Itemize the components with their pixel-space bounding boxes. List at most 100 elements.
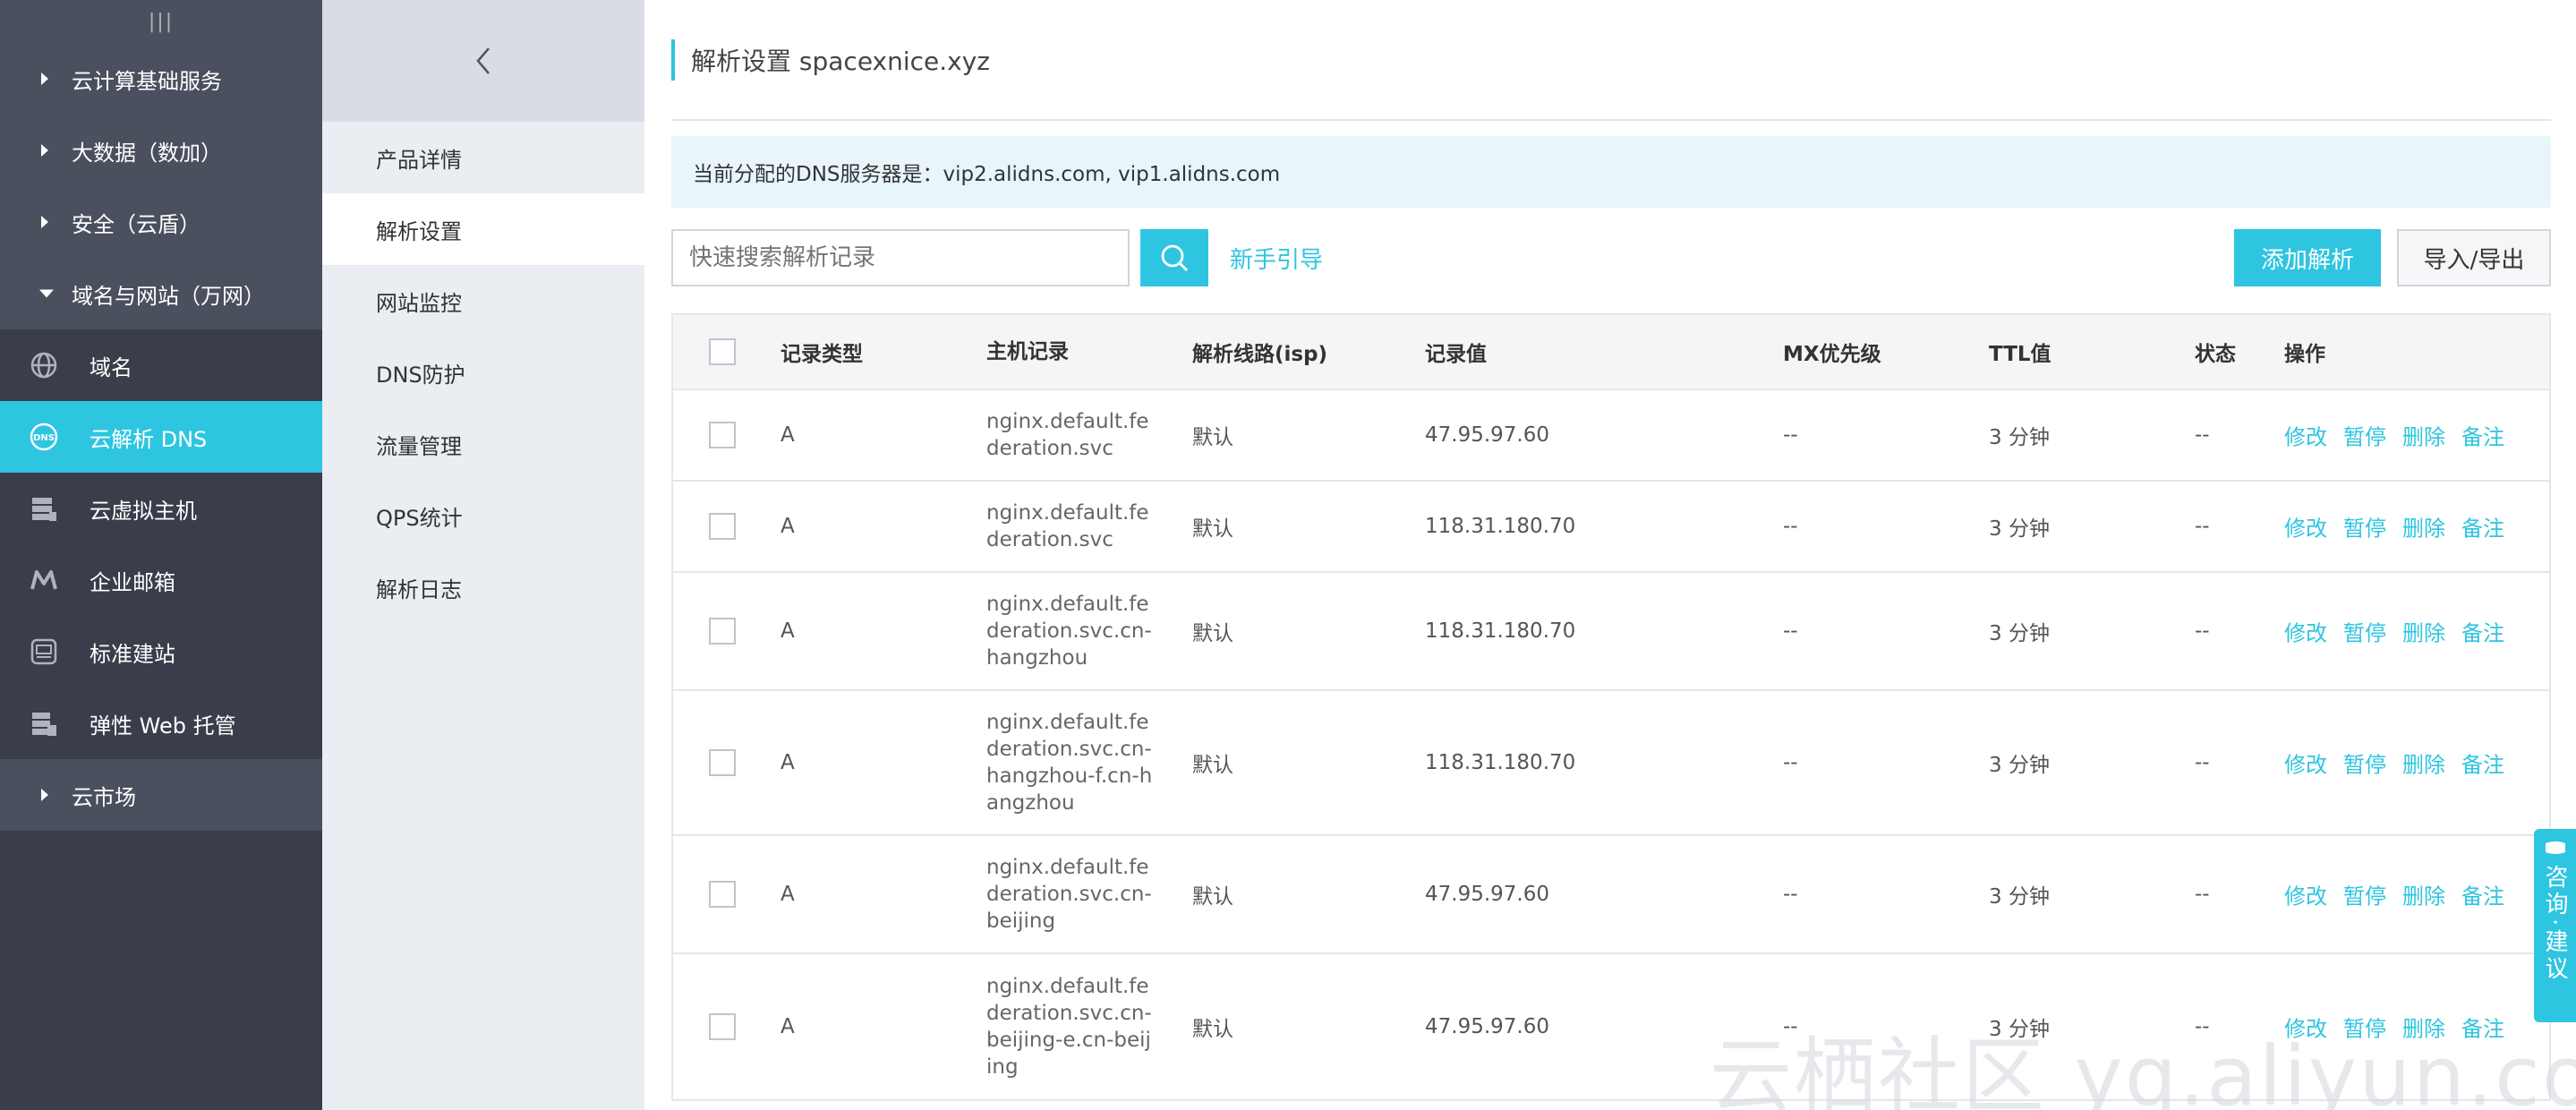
cell-line: 默认 (1192, 622, 1233, 645)
cell-host: nginx.default.federation.svc.cn-hangzhou (986, 593, 1152, 670)
subnav-item-site-monitor[interactable]: 网站监控 (322, 265, 644, 337)
cell-ops: 修改 暂停 删除 备注 (2284, 747, 2504, 779)
cell-line: 默认 (1192, 1018, 1233, 1041)
sidebar-item-web-hosting[interactable]: 弹性 Web 托管 (0, 687, 322, 759)
edit-link[interactable]: 修改 (2284, 879, 2327, 910)
sidebar-group-label: 安全（云盾） (72, 211, 200, 237)
delete-link[interactable]: 删除 (2402, 616, 2445, 647)
cell-ttl: 3 分钟 (1989, 754, 2050, 777)
column-header-line: 解析线路(isp) (1192, 343, 1328, 366)
cell-ops: 修改 暂停 删除 备注 (2284, 616, 2504, 647)
delete-link[interactable]: 删除 (2402, 420, 2445, 451)
cell-mx: -- (1783, 619, 1798, 643)
subnav-item-dns-protection[interactable]: DNS防护 (322, 337, 644, 408)
cell-host: nginx.default.federation.svc.cn-beijing-… (986, 975, 1152, 1079)
cell-type: A (780, 619, 795, 643)
sidebar-group-cloud-basic[interactable]: 云计算基础服务 (0, 43, 322, 115)
search-button[interactable] (1140, 229, 1208, 286)
dns-server-notice: 当前分配的DNS服务器是：vip2.alidns.com, vip1.alidn… (671, 136, 2551, 208)
sidebar-group-label: 大数据（数加） (72, 140, 222, 166)
column-header-value: 记录值 (1425, 343, 1487, 366)
cell-mx: -- (1783, 751, 1798, 774)
sidebar-item-website[interactable]: 标准建站 (0, 616, 322, 687)
cell-value: 118.31.180.70 (1425, 751, 1576, 774)
caret-right-icon (41, 216, 48, 228)
remark-link[interactable]: 备注 (2461, 511, 2504, 542)
column-header-host: 主机记录 (986, 340, 1069, 363)
watermark: 云栖社区 yq.aliyun.com (1710, 1029, 2576, 1110)
sidebar-item-mail[interactable]: 企业邮箱 (0, 544, 322, 616)
subnav-collapse-button[interactable] (322, 0, 644, 122)
sidebar-item-label: 企业邮箱 (90, 569, 175, 595)
edit-link[interactable]: 修改 (2284, 511, 2327, 542)
dns-icon: DNS (29, 422, 59, 452)
column-header-ops: 操作 (2284, 343, 2325, 366)
import-export-button[interactable]: 导入/导出 (2397, 229, 2551, 286)
remark-link[interactable]: 备注 (2461, 747, 2504, 779)
pause-link[interactable]: 暂停 (2343, 879, 2386, 910)
column-header-mx: MX优先级 (1783, 343, 1881, 366)
cell-ttl: 3 分钟 (1989, 622, 2050, 645)
edit-link[interactable]: 修改 (2284, 616, 2327, 647)
table-row: A nginx.default.federation.svc.cn-beijin… (673, 836, 2549, 954)
caret-right-icon (41, 789, 48, 801)
sidebar-group-marketplace[interactable]: 云市场 (0, 759, 322, 831)
subnav-item-dns-settings[interactable]: 解析设置 (322, 193, 644, 265)
beginner-guide-link[interactable]: 新手引导 (1230, 229, 1323, 286)
row-checkbox[interactable] (709, 422, 736, 448)
delete-link[interactable]: 删除 (2402, 511, 2445, 542)
consult-feedback-tab[interactable]: 咨询·建议 (2534, 829, 2576, 1022)
sidebar-group-domain-website[interactable]: 域名与网站（万网） (0, 258, 322, 329)
cell-host: nginx.default.federation.svc.cn-beijing (986, 856, 1152, 933)
sidebar-group-bigdata[interactable]: 大数据（数加） (0, 115, 322, 186)
caret-right-icon (41, 144, 48, 157)
consult-label: 咨询·建议 (2541, 865, 2568, 984)
subnav-item-qps[interactable]: QPS统计 (322, 480, 644, 551)
subnav-item-traffic[interactable]: 流量管理 (322, 408, 644, 480)
remark-link[interactable]: 备注 (2461, 616, 2504, 647)
row-checkbox[interactable] (709, 749, 736, 776)
globe-icon (29, 350, 59, 380)
cell-ttl: 3 分钟 (1989, 885, 2050, 909)
select-all-checkbox[interactable] (709, 338, 736, 365)
sidebar-item-label: 域名 (90, 354, 132, 380)
sidebar-item-label: 弹性 Web 托管 (90, 713, 236, 739)
pause-link[interactable]: 暂停 (2343, 616, 2386, 647)
row-checkbox[interactable] (709, 513, 736, 540)
cell-type: A (780, 423, 795, 447)
sidebar-item-label: 云虚拟主机 (90, 498, 197, 524)
subnav-item-product-detail[interactable]: 产品详情 (322, 122, 644, 193)
menu-bars-icon: ||| (148, 10, 175, 33)
sidebar-item-domain[interactable]: 域名 (0, 329, 322, 401)
row-checkbox[interactable] (709, 881, 736, 908)
cell-type: A (780, 751, 795, 774)
pause-link[interactable]: 暂停 (2343, 420, 2386, 451)
cell-line: 默认 (1192, 885, 1233, 909)
row-checkbox[interactable] (709, 618, 736, 645)
delete-link[interactable]: 删除 (2402, 879, 2445, 910)
row-checkbox[interactable] (709, 1013, 736, 1040)
cell-line: 默认 (1192, 517, 1233, 541)
remark-link[interactable]: 备注 (2461, 879, 2504, 910)
delete-link[interactable]: 删除 (2402, 747, 2445, 779)
divider (671, 119, 2551, 121)
sidebar-item-label: 标准建站 (90, 641, 175, 667)
cell-status: -- (2195, 423, 2210, 447)
table-row: A nginx.default.federation.svc.cn-hangzh… (673, 573, 2549, 691)
sidebar-collapse-toggle[interactable]: ||| (0, 0, 322, 43)
pause-link[interactable]: 暂停 (2343, 511, 2386, 542)
sidebar-group-security[interactable]: 安全（云盾） (0, 186, 322, 258)
main-sidebar: ||| 云计算基础服务 大数据（数加） 安全（云盾） 域名与网站（万网） 域名 … (0, 0, 322, 1110)
add-record-button[interactable]: 添加解析 (2234, 229, 2381, 286)
remark-link[interactable]: 备注 (2461, 420, 2504, 451)
sidebar-item-dns[interactable]: DNS 云解析 DNS (0, 401, 322, 473)
cell-value: 118.31.180.70 (1425, 619, 1576, 643)
web-hosting-icon (29, 708, 59, 739)
edit-link[interactable]: 修改 (2284, 420, 2327, 451)
edit-link[interactable]: 修改 (2284, 747, 2327, 779)
cell-status: -- (2195, 883, 2210, 906)
subnav-item-dns-log[interactable]: 解析日志 (322, 551, 644, 623)
search-input[interactable] (671, 229, 1130, 286)
pause-link[interactable]: 暂停 (2343, 747, 2386, 779)
sidebar-item-virtual-host[interactable]: 云虚拟主机 (0, 473, 322, 544)
